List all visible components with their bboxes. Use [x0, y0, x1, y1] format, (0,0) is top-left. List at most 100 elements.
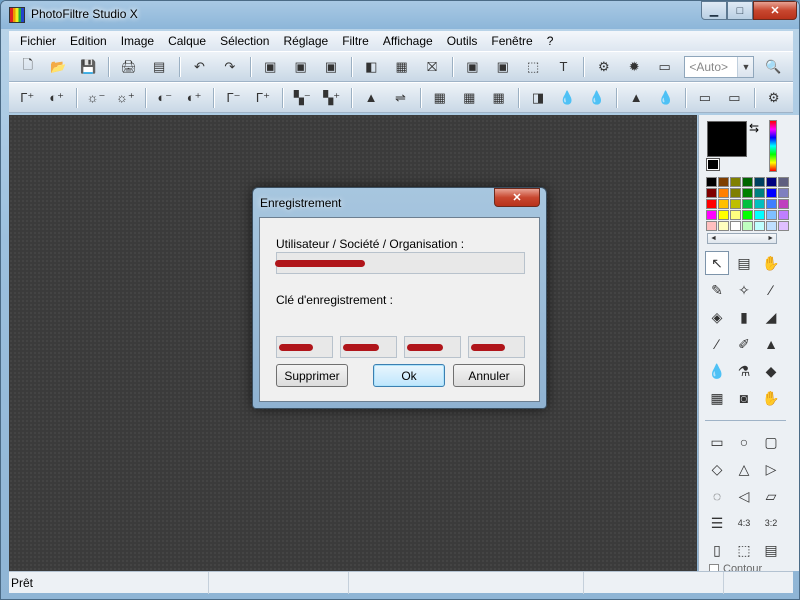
diamond-icon[interactable]: ◇: [705, 457, 729, 481]
transform-icon[interactable]: ⚙: [764, 87, 784, 109]
deform-icon[interactable]: ✋: [759, 386, 783, 410]
color-swatch[interactable]: [766, 188, 777, 198]
color-swatch[interactable]: [766, 199, 777, 209]
color-swatch[interactable]: [718, 199, 729, 209]
color-swatch[interactable]: [706, 188, 717, 198]
ellipse-icon[interactable]: ○: [732, 430, 756, 454]
menu-item[interactable]: Fichier: [13, 34, 63, 48]
open-folder-icon[interactable]: 📂: [47, 56, 68, 78]
dialog-close-button[interactable]: ✕: [494, 188, 540, 207]
pointer-icon[interactable]: ↖: [705, 251, 729, 275]
gradient-icon[interactable]: ◧: [361, 56, 382, 78]
color-swatch[interactable]: [706, 210, 717, 220]
advanced-brush-icon[interactable]: ✐: [732, 332, 756, 356]
color-swatch[interactable]: [778, 199, 789, 209]
polygon-icon[interactable]: ◁: [732, 484, 756, 508]
color-swatch[interactable]: [766, 221, 777, 231]
rectangle-icon[interactable]: ▭: [705, 430, 729, 454]
menu-item[interactable]: Calque: [161, 34, 213, 48]
menu-item[interactable]: ?: [540, 34, 561, 48]
text-icon[interactable]: ▣: [492, 56, 513, 78]
text-tool-icon[interactable]: T: [553, 56, 574, 78]
color-swatch[interactable]: [742, 210, 753, 220]
triangle-icon[interactable]: △: [732, 457, 756, 481]
hand-icon[interactable]: ✋: [759, 251, 783, 275]
contrast-auto-icon[interactable]: ◐⁺: [46, 87, 66, 109]
resize-icon[interactable]: ▭: [695, 87, 715, 109]
key-field-3[interactable]: [404, 336, 461, 358]
foreground-color[interactable]: [707, 121, 747, 157]
key-field-2[interactable]: [340, 336, 397, 358]
gamma-auto-icon[interactable]: Γ⁺: [17, 87, 37, 109]
menu-item[interactable]: Sélection: [213, 34, 276, 48]
color-swatch[interactable]: [706, 177, 717, 187]
undo-icon[interactable]: ↶: [189, 56, 210, 78]
balance-icon[interactable]: ⇌: [390, 87, 410, 109]
pattern-icon[interactable]: ▦: [391, 56, 412, 78]
menu-item[interactable]: Edition: [63, 34, 114, 48]
layer-manager-icon[interactable]: ▤: [732, 251, 756, 275]
key-field-1[interactable]: [276, 336, 333, 358]
line-icon[interactable]: ∕: [759, 278, 783, 302]
selection-icon[interactable]: ⬚: [522, 56, 543, 78]
delete-button[interactable]: Supprimer: [276, 364, 348, 387]
color-swatch[interactable]: [730, 221, 741, 231]
saturation-minus-icon[interactable]: ▚⁻: [292, 87, 312, 109]
cancel-button[interactable]: Annuler: [453, 364, 525, 387]
zoom-select[interactable]: <Auto> ▼: [684, 55, 755, 78]
scroll-right-icon[interactable]: ►: [767, 235, 774, 242]
color-swatch[interactable]: [730, 177, 741, 187]
color-swatch[interactable]: [718, 221, 729, 231]
contour-checkbox[interactable]: [709, 564, 719, 571]
chevron-down-icon[interactable]: ▼: [737, 56, 754, 77]
smudge-icon[interactable]: ⚗: [732, 359, 756, 383]
gamma-minus-icon[interactable]: Γ⁻: [223, 87, 243, 109]
menu-item[interactable]: Outils: [440, 34, 485, 48]
scroll-left-icon[interactable]: ◄: [710, 235, 717, 242]
stamp-icon[interactable]: ▲: [759, 332, 783, 356]
color-swatch[interactable]: [742, 221, 753, 231]
save-icon[interactable]: 💾: [78, 56, 99, 78]
title-bar[interactable]: PhotoFiltre Studio X ▁ □ ✕: [1, 1, 799, 29]
color-swatch[interactable]: [766, 177, 777, 187]
brightness-plus-icon[interactable]: ☼⁺: [115, 87, 135, 109]
filter2-icon[interactable]: ▦: [459, 87, 479, 109]
frame-icon[interactable]: ⛝: [421, 56, 442, 78]
eyedropper-icon[interactable]: ✎: [705, 278, 729, 302]
contrast-plus-icon[interactable]: ◐⁺: [184, 87, 204, 109]
gamma-plus-icon[interactable]: Γ⁺: [253, 87, 273, 109]
triangle-right-icon[interactable]: ▷: [759, 457, 783, 481]
background-color[interactable]: [706, 158, 720, 171]
scanner-icon[interactable]: ▤: [148, 56, 169, 78]
paste-icon[interactable]: ▣: [260, 56, 281, 78]
close-button[interactable]: ✕: [753, 1, 797, 20]
color-swatch[interactable]: [754, 177, 765, 187]
color-swatch[interactable]: [754, 199, 765, 209]
app-icon[interactable]: [9, 7, 25, 23]
maximize-button[interactable]: □: [727, 1, 753, 20]
color-swatch[interactable]: [778, 221, 789, 231]
filter3-icon[interactable]: ▦: [488, 87, 508, 109]
color-swatch[interactable]: [718, 210, 729, 220]
color-swatch[interactable]: [742, 188, 753, 198]
rounded-rect-icon[interactable]: ▢: [759, 430, 783, 454]
magic-wand-icon[interactable]: ✧: [732, 278, 756, 302]
selection-box-icon[interactable]: ⬚: [732, 538, 756, 562]
menu-item[interactable]: Filtre: [335, 34, 376, 48]
levels-icon[interactable]: ◨: [528, 87, 548, 109]
panel-icon[interactable]: ▤: [759, 538, 783, 562]
minimize-button[interactable]: ▁: [701, 1, 727, 20]
portrait-icon[interactable]: ▯: [705, 538, 729, 562]
contour-option[interactable]: Contour: [709, 563, 762, 571]
canvas-icon[interactable]: ▭: [724, 87, 744, 109]
palette-scroll[interactable]: ◄ ►: [707, 233, 777, 244]
color-swatch[interactable]: [730, 199, 741, 209]
export-icon[interactable]: ▣: [320, 56, 341, 78]
saturation-plus-icon[interactable]: ▚⁺: [321, 87, 341, 109]
color-swatch[interactable]: [730, 210, 741, 220]
drop-icon[interactable]: 💧: [655, 87, 675, 109]
histogram-icon[interactable]: ▲: [361, 87, 381, 109]
blur-more-icon[interactable]: 💧: [587, 87, 607, 109]
color-spectrum[interactable]: [769, 120, 777, 172]
ratio-3-2-icon[interactable]: 3:2: [759, 511, 783, 535]
